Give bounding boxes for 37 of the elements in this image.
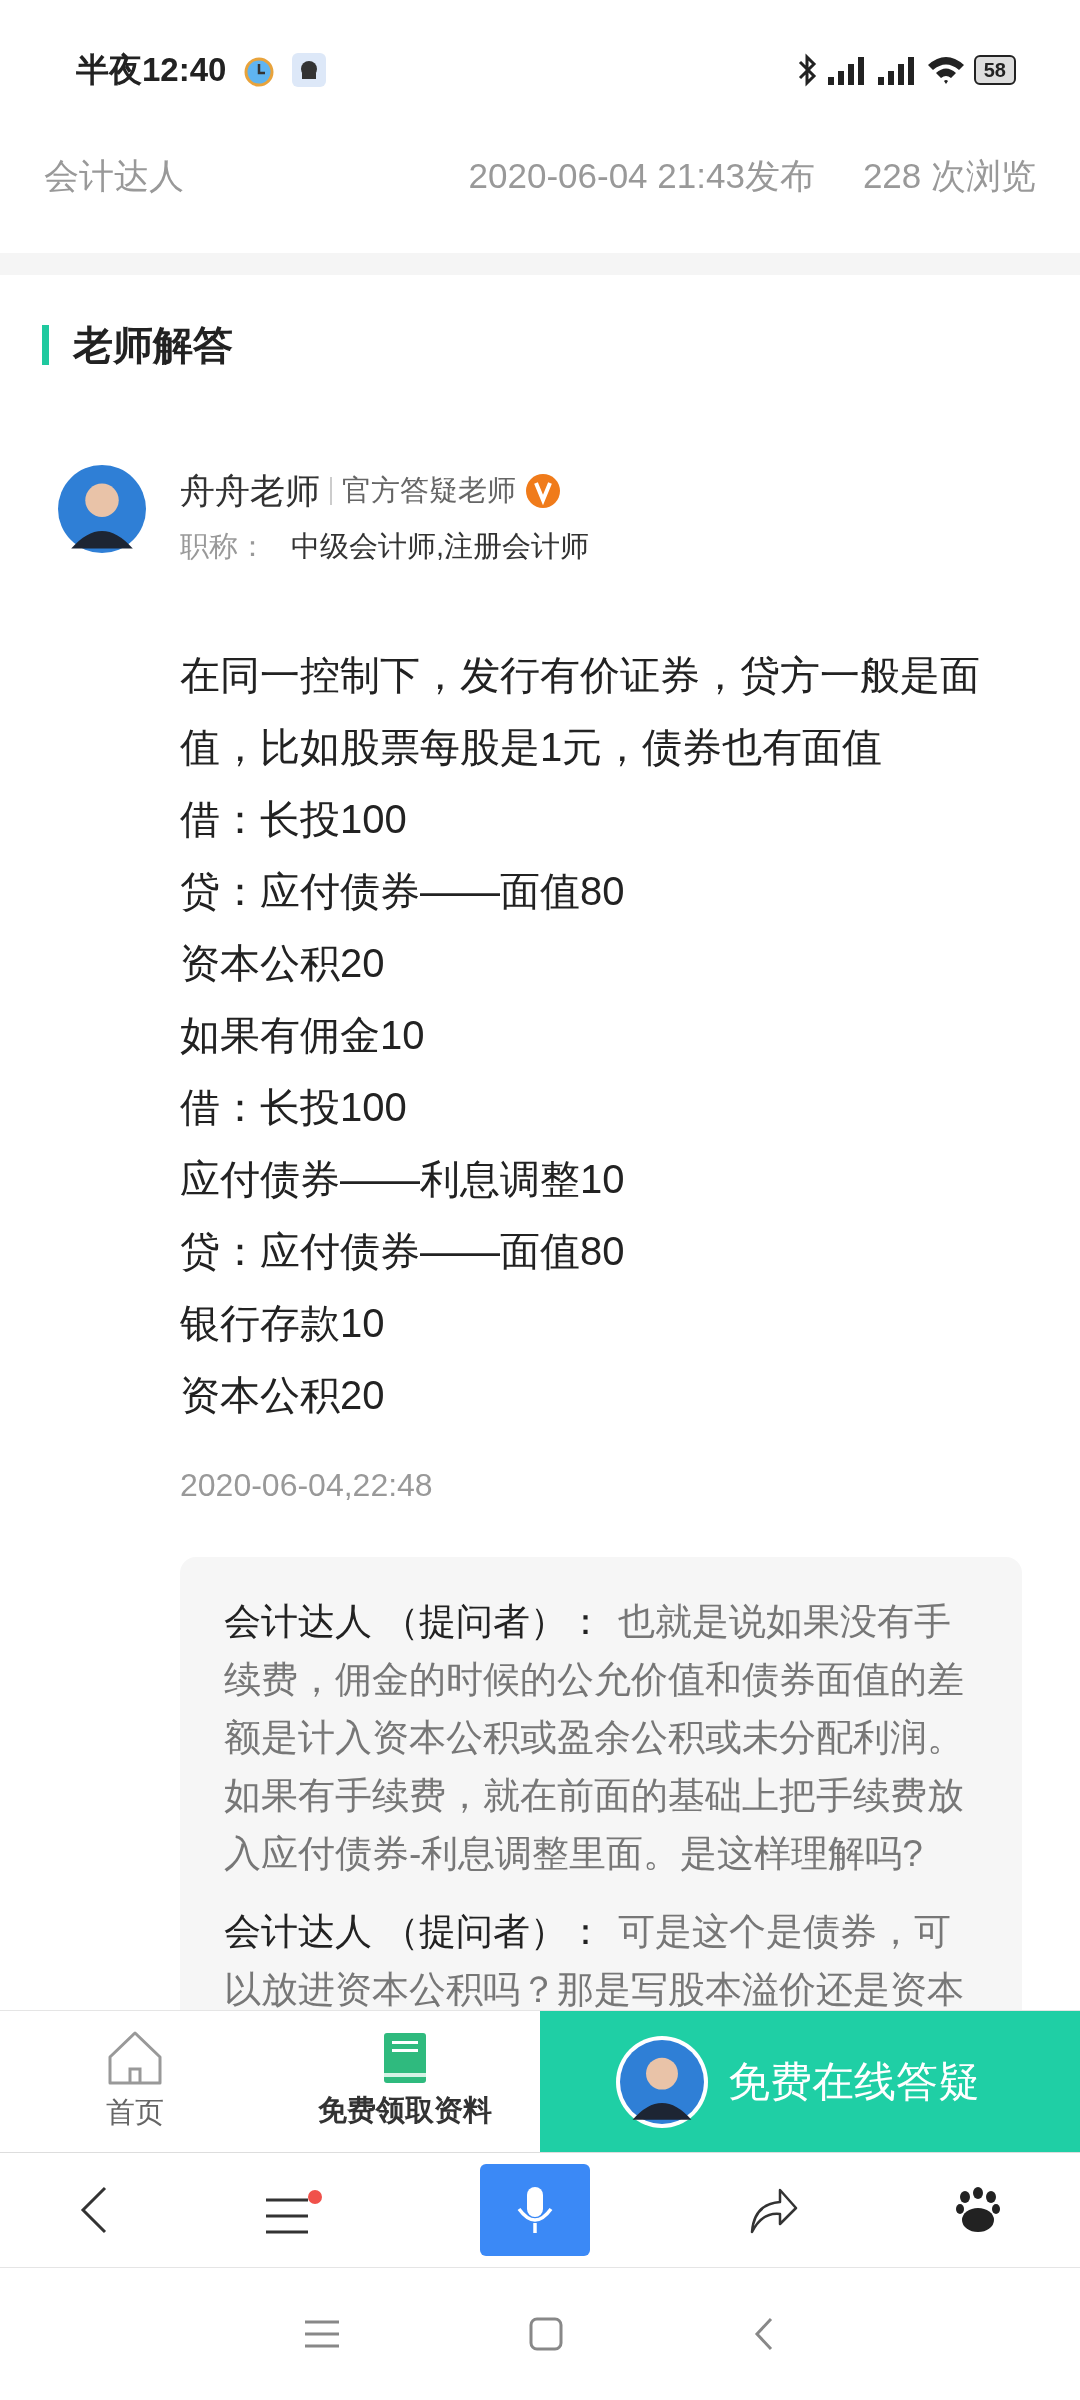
paw-icon (955, 2187, 1002, 2233)
publish-time: 2020-06-04 21:43发布 (468, 155, 815, 197)
answer-text: 贷：应付债券——面值80 (180, 867, 626, 915)
answer-text: 在同一控制下，发行有价证券，贷方一般是面值，比如股票每股是1元，债券也有面值 (180, 651, 981, 771)
back-button[interactable] (78, 2185, 109, 2235)
book-icon (382, 2030, 428, 2085)
microphone-icon (515, 2185, 555, 2235)
paw-button[interactable] (955, 2187, 1002, 2233)
section-title: 老师解答 (42, 324, 233, 365)
square-icon (529, 2317, 563, 2351)
answer-text: 银行存款10 (180, 1299, 386, 1347)
battery-level: 58 (973, 55, 1016, 85)
answer-text: 应付债券——利息调整10 (180, 1155, 626, 1203)
menu-icon (266, 2198, 309, 2234)
menu-icon (305, 2319, 339, 2349)
title-label: 职称： (180, 529, 267, 564)
answer-text: 借：长投100 (180, 1083, 408, 1131)
title-value: 中级会计师,注册会计师 (291, 529, 590, 564)
back-icon (78, 2185, 109, 2235)
recents-button[interactable] (305, 2319, 339, 2349)
answer-text: 如果有佣金10 (180, 1011, 426, 1059)
teacher-role: 官方答疑老师 (342, 473, 516, 508)
app-notification-icon (292, 53, 327, 87)
answer-text: 贷：应付债券——面值80 (180, 1227, 626, 1275)
answer-text: 借：长投100 (180, 795, 408, 843)
answer-text: 资本公积20 (180, 1371, 386, 1419)
answer-text: 资本公积20 (180, 939, 386, 987)
author-name: 会计达人 (44, 155, 184, 197)
answer-time: 2020-06-04,22:48 (180, 1465, 434, 1505)
comment-text: 会计达人 （提问者）： 可是这个是债券，可以放进资本公积吗？那是写股本溢价还是资本 (224, 1909, 965, 2010)
comment-text: 会计达人 （提问者）： 也就是说如果没有手续费，佣金的时候的公允价值和债券面值的差额是计入资本公积或盈余公积或未分配利润。如果有手续费，就在前面的基础上把手续费放入应付债券-利息调整里面。是这样理解吗? (224, 1599, 965, 1876)
view-count: 228 次浏览 (862, 155, 1036, 197)
back-icon (753, 2316, 775, 2352)
teacher-name: 舟舟老师 (180, 469, 320, 512)
home-button[interactable] (529, 2317, 563, 2351)
voice-button[interactable] (480, 2164, 590, 2256)
clock-time: 半夜12:40 (76, 50, 227, 91)
